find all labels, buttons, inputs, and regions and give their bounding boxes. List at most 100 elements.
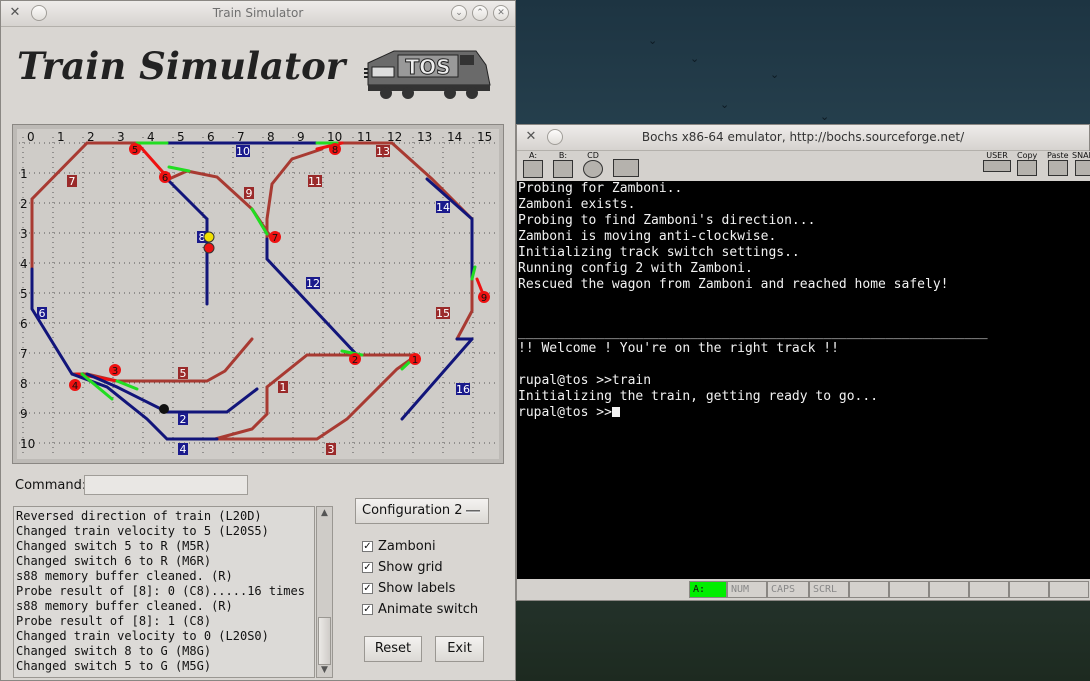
checkbox-animate-switch[interactable]: ✓ Animate switch [362, 602, 478, 617]
minimize-icon[interactable]: ⌄ [451, 5, 467, 21]
checkbox-box[interactable]: ✓ [362, 604, 373, 615]
log-line: Changed train velocity to 0 (L20S0) [16, 629, 269, 643]
console-line: rupal@tos >>train [518, 373, 652, 388]
checkbox-box[interactable]: ✓ [362, 562, 373, 573]
track-layout-frame: 0 1 2 3 4 5 6 7 8 9 10 11 12 13 14 15 1 2 3 4 5 6 7 8 9 10 [12, 124, 504, 464]
sim-titlebar[interactable]: ✕ Train Simulator ⌄ ⌃ ✕ [1, 1, 515, 27]
log-line: Reversed direction of train (L20D) [16, 509, 262, 523]
mouse-icon [613, 159, 639, 177]
scroll-thumb[interactable] [318, 617, 331, 665]
row-label: 1 [20, 167, 28, 181]
floppy-a-label: A: [528, 151, 538, 160]
console-line: ________________________________________… [518, 325, 988, 340]
console-line: Zamboni exists. [518, 197, 636, 212]
user-button[interactable]: USER [983, 151, 1011, 172]
log-line: Changed switch 5 to R (M5R) [16, 539, 212, 553]
console-line: Initializing the train, getting ready to… [518, 389, 879, 404]
scroll-down-icon[interactable]: ▼ [319, 665, 330, 676]
close-icon[interactable]: ✕ [493, 5, 509, 21]
bochs-titlebar[interactable]: ✕ Bochs x86-64 emulator, http://bochs.so… [517, 125, 1089, 151]
track-segment [265, 237, 359, 357]
keyboard-icon [983, 160, 1011, 172]
paste-label: Paste [1047, 151, 1069, 160]
status-empty [849, 581, 889, 598]
console-line: Zamboni is moving anti-clockwise. [518, 229, 777, 244]
wagon-marker[interactable] [159, 404, 169, 414]
log-line: Changed train velocity to 5 (L20S5) [16, 524, 269, 538]
floppy-a-icon [523, 160, 543, 178]
bochs-statusbar: A: NUM CAPS SCRL [517, 579, 1090, 600]
cdrom-label: CD [587, 151, 599, 160]
log-lines: Reversed direction of train (L20D) Change… [16, 509, 310, 674]
checkbox-label: Animate switch [378, 602, 479, 617]
emulator-screen[interactable]: Probing for Zamboni.. Zamboni exists. Prob… [517, 181, 1090, 579]
app-title: Train Simulator [17, 44, 346, 88]
console-line: Probing to find Zamboni's direction... [518, 213, 816, 228]
sensor-marker[interactable] [203, 242, 215, 254]
segment-label: 1 [280, 381, 287, 394]
floppy-a-button[interactable]: A: [523, 151, 543, 178]
maximize-icon[interactable]: ⌃ [472, 5, 488, 21]
segment-label: 12 [306, 277, 320, 290]
log-line: Probe result of [8]: 1 (C8) [16, 614, 212, 628]
checkbox-show-grid[interactable]: ✓ Show grid [362, 560, 443, 575]
track-segment [400, 337, 474, 421]
status-scrl: SCRL [809, 581, 849, 598]
checkbox-label: Show grid [378, 560, 443, 575]
mouse-button[interactable] [613, 159, 639, 177]
status-empty [1049, 581, 1089, 598]
status-caps: CAPS [767, 581, 809, 598]
reset-button[interactable]: Reset [364, 636, 422, 662]
train-simulator-window: ✕ Train Simulator ⌄ ⌃ ✕ Train Simulator … [0, 0, 516, 681]
column-label: 1 [57, 130, 65, 144]
switch-marker-label: 4 [72, 381, 78, 392]
track-segment [265, 147, 324, 241]
segment-label: 7 [69, 175, 76, 188]
train-marker[interactable] [203, 231, 215, 243]
column-label: 13 [417, 130, 432, 144]
switch-marker-label: 9 [481, 293, 487, 304]
log-panel[interactable]: Reversed direction of train (L20D) Change… [13, 506, 315, 678]
switch-marker-label: 3 [112, 366, 118, 377]
copy-button[interactable]: Copy [1017, 151, 1037, 176]
log-line: Changed switch 6 to R (M6R) [16, 554, 212, 568]
column-label: 15 [477, 130, 492, 144]
log-line: Changed switch 8 to G (M8G) [16, 644, 212, 658]
paste-button[interactable]: Paste [1047, 151, 1069, 176]
log-scrollbar[interactable]: ▲ ▼ [316, 506, 333, 678]
console-line: !! Welcome ! You're on the right track !… [518, 341, 839, 356]
paste-icon [1047, 160, 1068, 176]
switch-marker-label: 1 [412, 355, 418, 366]
configuration-dropdown[interactable]: Configuration 2 [355, 498, 489, 524]
bird-silhouette: ⌄ [820, 110, 830, 123]
track-layout-svg[interactable]: 0 1 2 3 4 5 6 7 8 9 10 11 12 13 14 15 12345678910 [17, 129, 499, 459]
row-label: 8 [20, 377, 28, 391]
logo-text: TOS [405, 55, 450, 79]
segment-label: 9 [246, 187, 253, 200]
row-label: 5 [20, 287, 28, 301]
floppy-b-label: B: [558, 151, 568, 160]
track-layout-panel[interactable]: 0 1 2 3 4 5 6 7 8 9 10 11 12 13 14 15 1 2 3 4 5 6 7 8 9 10 [17, 129, 499, 459]
segment-label: 14 [436, 201, 450, 214]
row-label: 4 [20, 257, 28, 271]
status-drive-a: A: [689, 581, 727, 598]
track-segment [165, 177, 209, 221]
user-label: USER [986, 151, 1008, 160]
floppy-b-button[interactable]: B: [553, 151, 573, 178]
snapshot-button[interactable]: SNAP [1072, 151, 1090, 176]
log-line: s88 memory buffer cleaned. (R) [16, 569, 233, 583]
checkbox-show-labels[interactable]: ✓ Show labels [362, 581, 455, 596]
cdrom-button[interactable]: CD [583, 151, 603, 178]
scroll-up-icon[interactable]: ▲ [319, 508, 330, 519]
copy-label: Copy [1017, 151, 1038, 160]
exit-button[interactable]: Exit [435, 636, 484, 662]
switch-marker-label: 2 [352, 355, 358, 366]
command-input[interactable] [84, 475, 248, 495]
track-segment [167, 169, 274, 241]
checkbox-zamboni[interactable]: ✓ Zamboni [362, 539, 436, 554]
checkbox-box[interactable]: ✓ [362, 541, 373, 552]
checkbox-box[interactable]: ✓ [362, 583, 373, 594]
status-empty [889, 581, 929, 598]
status-num: NUM [727, 581, 767, 598]
